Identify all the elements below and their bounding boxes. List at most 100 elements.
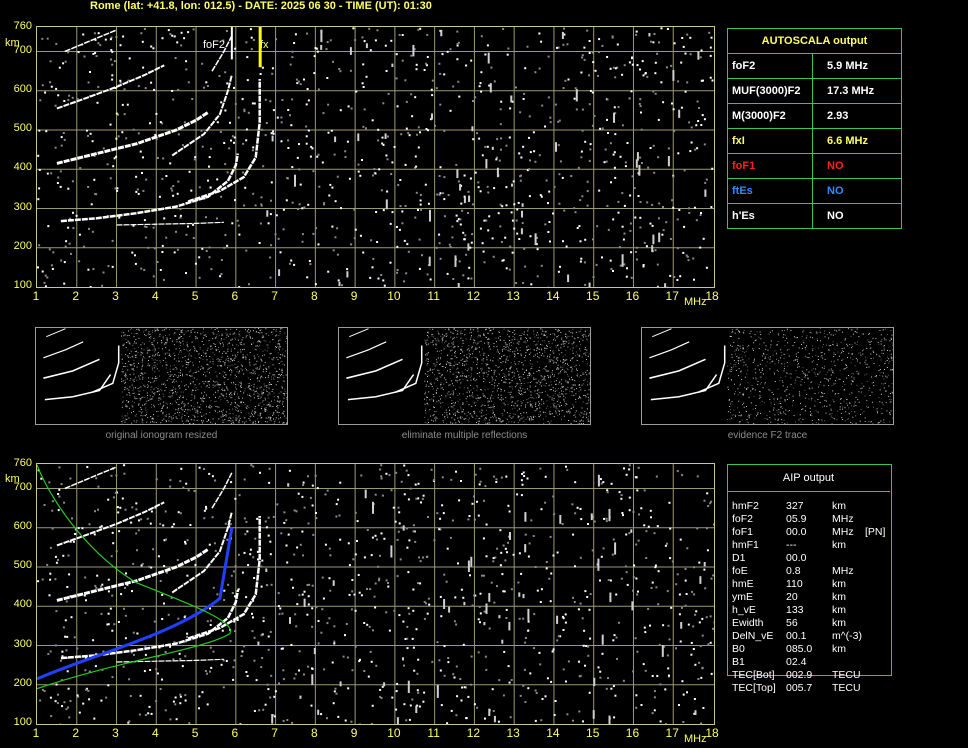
x-tick-label: 17 bbox=[665, 289, 679, 303]
x-tick-label: 13 bbox=[506, 726, 520, 740]
autoscala-row: h'Es NO bbox=[727, 203, 902, 229]
aip-value: 02.4 bbox=[786, 656, 807, 668]
thumbnail-caption: eliminate multiple reflections bbox=[401, 430, 528, 441]
ionogram-plot-top bbox=[36, 26, 715, 288]
aip-unit: MHz bbox=[832, 513, 854, 525]
autoscala-row: foF1 NO bbox=[727, 153, 902, 179]
x-tick-label: 6 bbox=[231, 726, 239, 740]
autoscala-panel: AUTOSCALA output foF2 5.9 MHz MUF(3000)F2 1… bbox=[727, 28, 902, 229]
x-tick-label: 2 bbox=[72, 289, 80, 303]
ionogram-plot-bottom bbox=[36, 463, 715, 725]
x-tick-label: 17 bbox=[665, 726, 679, 740]
aip-name: B0 bbox=[732, 643, 745, 655]
aip-name: B1 bbox=[732, 656, 745, 668]
second-hop-x-trace bbox=[171, 74, 233, 157]
aip-name: TEC[Bot] bbox=[732, 669, 775, 681]
aip-row: ymE 20 km bbox=[732, 591, 932, 604]
x-tick-label: 4 bbox=[151, 289, 159, 303]
x-tick-label: 10 bbox=[387, 289, 401, 303]
thumbnail-1 bbox=[35, 327, 288, 425]
x-tick-label: 11 bbox=[427, 726, 440, 740]
x-tick-label: 3 bbox=[112, 726, 119, 740]
x-tick-label: 8 bbox=[311, 726, 318, 740]
x-tick-label: 1 bbox=[32, 726, 40, 740]
autoscala-value: 5.9 MHz bbox=[812, 53, 902, 79]
x-tick-label: 6 bbox=[231, 289, 239, 303]
y-tick-label: 200 bbox=[13, 676, 32, 689]
autoscala-param: foF2 bbox=[727, 53, 813, 79]
fourth-hop-trace bbox=[64, 29, 117, 53]
x-tick-label: 4 bbox=[151, 726, 159, 740]
y-tick-label: 200 bbox=[13, 239, 32, 252]
y-tick-label: 760 bbox=[13, 457, 32, 469]
x-tick-label: 9 bbox=[350, 289, 358, 303]
y-unit-bottom: km bbox=[5, 473, 20, 485]
aip-name: hmF1 bbox=[732, 539, 759, 551]
aip-unit: MHz bbox=[832, 565, 854, 577]
x-tick-label: 8 bbox=[311, 289, 318, 303]
autoscala-value: NO bbox=[812, 178, 902, 204]
autoscala-value: 6.6 MHz bbox=[812, 128, 902, 154]
aip-row: DelN_vE 00.1 m^(-3) bbox=[732, 630, 932, 643]
x-tick-label: 3 bbox=[112, 289, 119, 303]
x-tick-label: 16 bbox=[625, 289, 640, 303]
aip-row: hmE 110 km bbox=[732, 578, 932, 591]
aip-value: 56 bbox=[786, 617, 798, 629]
x-tick-label: 7 bbox=[271, 726, 278, 740]
thumbnail-caption: original ionogram resized bbox=[105, 430, 218, 441]
autoscala-param: foF1 bbox=[727, 153, 813, 179]
aip-name: h_vE bbox=[732, 604, 756, 616]
aip-row: D1 00.0 bbox=[732, 552, 932, 565]
aip-row: TEC[Bot] 002.9 TECU bbox=[732, 669, 932, 682]
aip-unit: TECU bbox=[832, 669, 861, 681]
x-tick-label: 5 bbox=[191, 726, 199, 740]
aip-unit: km bbox=[832, 604, 846, 616]
aip-name: hmF2 bbox=[732, 500, 759, 512]
y-tick-label: 600 bbox=[13, 82, 32, 95]
third-hop-trace bbox=[56, 64, 165, 110]
autoscala-param: MUF(3000)F2 bbox=[727, 78, 813, 104]
aip-value: 002.9 bbox=[786, 669, 813, 681]
x-tick-label: 9 bbox=[350, 726, 358, 740]
aip-unit: km bbox=[832, 500, 846, 512]
upper-trace bbox=[211, 472, 233, 509]
x-tick-label: 12 bbox=[466, 289, 481, 303]
x-tick-label: 16 bbox=[625, 726, 640, 740]
x-tick-label: 7 bbox=[271, 289, 278, 303]
aip-row: TEC[Top] 005.7 TECU bbox=[732, 682, 932, 695]
aip-name: Ewidth bbox=[732, 617, 764, 629]
autoscala-value: NO bbox=[812, 153, 902, 179]
y-tick-label: 600 bbox=[13, 519, 32, 532]
x-tick-label: 15 bbox=[586, 726, 600, 740]
aip-unit: MHz bbox=[832, 526, 854, 538]
foF2-marker bbox=[230, 27, 233, 60]
aip-row: h_vE 133 km bbox=[732, 604, 932, 617]
aip-unit: m^(-3) bbox=[832, 630, 863, 642]
autoscala-row: fxI 6.6 MHz bbox=[727, 128, 902, 154]
aip-name: foF2 bbox=[732, 513, 754, 525]
autoscala-title: AUTOSCALA output bbox=[727, 28, 902, 54]
x-tick-label: 10 bbox=[387, 726, 401, 740]
ionogram-canvas-bottom bbox=[37, 464, 714, 724]
autoscala-row: M(3000)F2 2.93 bbox=[727, 103, 902, 129]
aip-value: 00.1 bbox=[786, 630, 807, 642]
y-tick-label: 300 bbox=[13, 637, 32, 650]
y-unit-top: km bbox=[5, 37, 20, 49]
autoscala-row: MUF(3000)F2 17.3 MHz bbox=[727, 78, 902, 104]
autoscala-row: ftEs NO bbox=[727, 178, 902, 204]
aip-value: --- bbox=[786, 539, 797, 551]
aip-unit: TECU bbox=[832, 682, 861, 694]
aip-rows: hmF2 327 km foF2 05.9 MHz foF1 00.0 MHz [PN] hmF1 -… bbox=[732, 500, 932, 695]
third-hop-trace bbox=[56, 501, 165, 547]
faint-trace bbox=[116, 221, 224, 226]
aip-value: 05.9 bbox=[786, 513, 807, 525]
aip-name: TEC[Top] bbox=[732, 682, 776, 694]
second-hop-trace bbox=[56, 548, 209, 602]
aip-unit: km bbox=[832, 617, 846, 629]
fourth-hop-trace bbox=[64, 466, 117, 490]
aip-value: 327 bbox=[786, 500, 804, 512]
y-tick-label: 400 bbox=[13, 161, 32, 174]
aip-value: 085.0 bbox=[786, 643, 813, 655]
x-tick-label: 1 bbox=[32, 289, 40, 303]
x-tick-label: 2 bbox=[72, 726, 80, 740]
